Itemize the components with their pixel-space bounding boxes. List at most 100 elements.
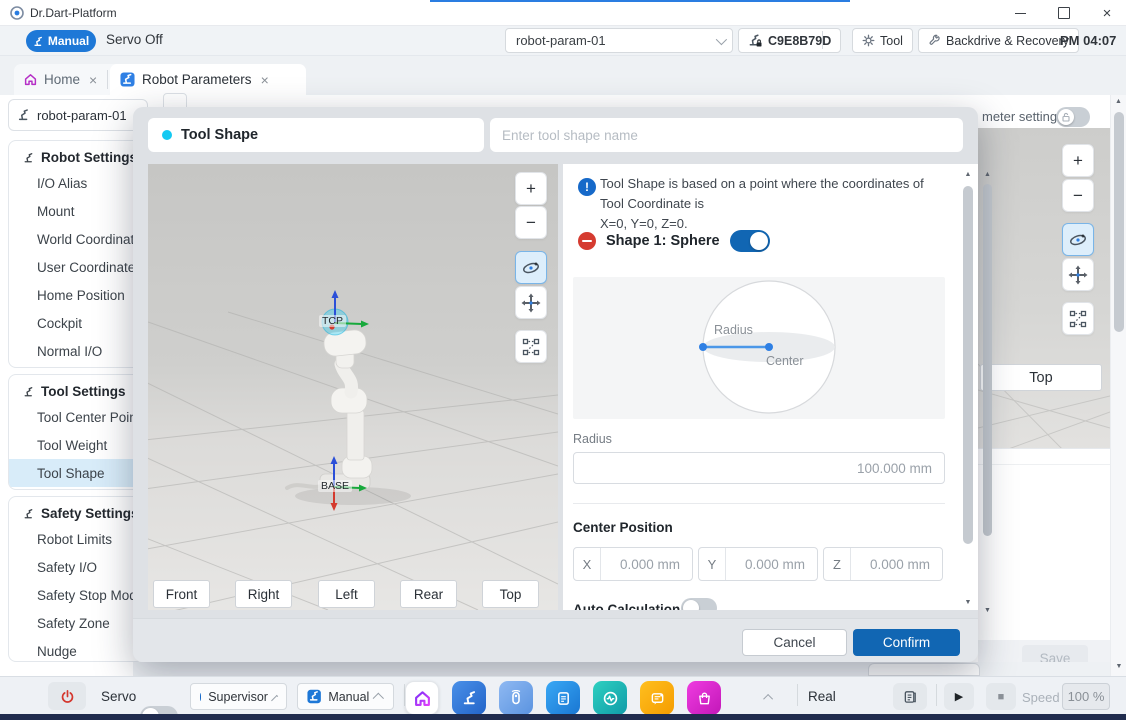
minimize-button[interactable] — [1003, 2, 1037, 24]
sidebar-item-nudge[interactable]: Nudge — [9, 637, 143, 662]
tab-home-close-icon[interactable]: × — [87, 72, 99, 88]
edit-settings-toggle[interactable] — [1056, 107, 1090, 127]
bg-zoom-out-button[interactable]: − — [1062, 179, 1094, 212]
app-store-icon[interactable] — [687, 681, 721, 715]
shape-enabled-toggle[interactable] — [730, 230, 770, 252]
bg-view-top-button[interactable]: Top — [980, 364, 1102, 391]
sidebar-item-safety-stop-modes[interactable]: Safety Stop Modes — [9, 581, 143, 609]
view-right-button[interactable]: Right — [235, 580, 292, 608]
robot-arm-icon — [17, 108, 31, 122]
radius-label: Radius — [573, 432, 612, 446]
axis-x-label: X — [574, 548, 601, 580]
app-monitoring-icon[interactable] — [593, 681, 627, 715]
maximize-button[interactable] — [1047, 2, 1081, 24]
center-z-input[interactable] — [851, 548, 942, 580]
dialog-scrollbar-thumb[interactable] — [963, 186, 973, 544]
bg-scrollbar-thumb[interactable] — [983, 184, 992, 536]
sidebar-item-safety-io[interactable]: Safety I/O — [9, 553, 143, 581]
sidebar-param-header[interactable]: robot-param-01 — [8, 99, 148, 131]
tcp-label: TCP — [319, 315, 346, 327]
stop-button[interactable]: ■ — [986, 683, 1016, 710]
view-rear-button[interactable]: Rear — [400, 580, 457, 608]
robot-3d-viewer[interactable]: TCP BASE + − — [148, 164, 558, 610]
zoom-out-button[interactable]: − — [515, 206, 547, 239]
axis-z-label: Z — [824, 548, 851, 580]
bg-scrollbar[interactable]: ▲ ▼ — [981, 170, 994, 618]
radius-input[interactable] — [573, 452, 945, 484]
center-x-input[interactable] — [601, 548, 692, 580]
tab-robot-parameters[interactable]: Robot Parameters × — [110, 64, 306, 95]
close-button[interactable]: × — [1090, 2, 1124, 24]
wrench-icon — [928, 34, 941, 47]
app-robot-parameters-icon[interactable] — [452, 681, 486, 715]
pan-button[interactable] — [515, 286, 547, 319]
sidebar-item-tool-weight[interactable]: Tool Weight — [9, 431, 143, 459]
sidebar-item-user-coordinates[interactable]: User Coordinates — [9, 253, 143, 281]
view-left-button[interactable]: Left — [318, 580, 375, 608]
scroll-up-icon[interactable]: ▲ — [961, 170, 975, 180]
sidebar-item-cockpit[interactable]: Cockpit — [9, 309, 143, 337]
bg-pan-button[interactable] — [1062, 258, 1094, 291]
remove-shape-icon[interactable] — [578, 232, 596, 250]
sidebar-item-io-alias[interactable]: I/O Alias — [9, 169, 143, 197]
mode-select[interactable]: Manual — [297, 683, 394, 710]
robot-arm-icon — [23, 508, 35, 520]
parameter-select[interactable]: robot-param-01 — [505, 28, 733, 53]
sidebar-item-safety-zone[interactable]: Safety Zone — [9, 609, 143, 637]
axis-y-label: Y — [699, 548, 726, 580]
sidebar-item-world-coordinates[interactable]: World Coordinates — [9, 225, 143, 253]
scroll-down-icon[interactable]: ▼ — [961, 598, 975, 608]
zoom-in-button[interactable]: + — [515, 172, 547, 205]
servo-label: Servo — [101, 689, 136, 704]
app-log-icon[interactable] — [640, 681, 674, 715]
app-home-icon[interactable] — [405, 681, 439, 715]
sidebar-item-normal-io[interactable]: Normal I/O — [9, 337, 143, 365]
scroll-up-icon[interactable]: ▲ — [1111, 95, 1126, 109]
power-button[interactable] — [48, 682, 86, 710]
sidebar-item-mount[interactable]: Mount — [9, 197, 143, 225]
real-mode-label: Real — [808, 689, 836, 704]
dialog-scrollbar[interactable]: ▲ ▼ — [961, 170, 975, 610]
page-scrollbar-thumb[interactable] — [1114, 112, 1124, 332]
app-remote-control-icon[interactable] — [499, 681, 533, 715]
page-scrollbar[interactable]: ▲ ▼ — [1110, 95, 1126, 676]
tab-robot-parameters-close-icon[interactable]: × — [259, 72, 271, 88]
scroll-up-icon[interactable]: ▲ — [981, 170, 994, 180]
bg-measure-button[interactable] — [1062, 302, 1094, 335]
background-3d-view[interactable] — [978, 128, 1110, 455]
app-logo-icon — [10, 6, 24, 20]
center-y-input[interactable] — [726, 548, 817, 580]
bg-zoom-in-button[interactable]: + — [1062, 144, 1094, 177]
backdrive-recovery-button[interactable]: Backdrive & Recovery — [918, 28, 1079, 53]
auto-calculation-toggle[interactable] — [681, 598, 717, 610]
sidebar-item-robot-limits[interactable]: Robot Limits — [9, 525, 143, 553]
speed-value[interactable]: 100 % — [1062, 683, 1110, 710]
app-task-editor-icon[interactable] — [546, 681, 580, 715]
tool-shape-name-input[interactable] — [490, 118, 963, 152]
toggle-knob — [683, 600, 699, 610]
view-3d-button[interactable] — [893, 683, 927, 710]
measure-button[interactable] — [515, 330, 547, 363]
cancel-button[interactable]: Cancel — [742, 629, 847, 656]
sidebar-item-home-position[interactable]: Home Position — [9, 281, 143, 309]
play-button[interactable]: ▶ — [944, 683, 974, 710]
manual-mode-button[interactable]: Manual — [26, 30, 96, 52]
center-position-label: Center Position — [573, 520, 673, 535]
tab-home-label: Home — [44, 72, 80, 87]
role-dot-icon — [200, 693, 201, 701]
view-front-button[interactable]: Front — [153, 580, 210, 608]
role-select[interactable]: Supervisor — [190, 683, 287, 710]
device-id-button[interactable]: C9E8B79D — [738, 28, 841, 53]
scroll-down-icon[interactable]: ▼ — [1111, 662, 1126, 672]
bg-orbit-button[interactable] — [1062, 223, 1094, 256]
scroll-down-icon[interactable]: ▼ — [981, 606, 994, 616]
orbit-button[interactable] — [515, 251, 547, 284]
confirm-button[interactable]: Confirm — [853, 629, 960, 656]
background-grid — [978, 128, 1110, 455]
sidebar-item-tool-shape[interactable]: Tool Shape — [9, 459, 143, 487]
view-top-button[interactable]: Top — [482, 580, 539, 608]
info-icon: ! — [578, 178, 596, 196]
tool-button[interactable]: Tool — [852, 28, 913, 53]
sidebar-item-tool-center-point[interactable]: Tool Center Point — [9, 403, 143, 431]
status-divider — [936, 684, 937, 706]
